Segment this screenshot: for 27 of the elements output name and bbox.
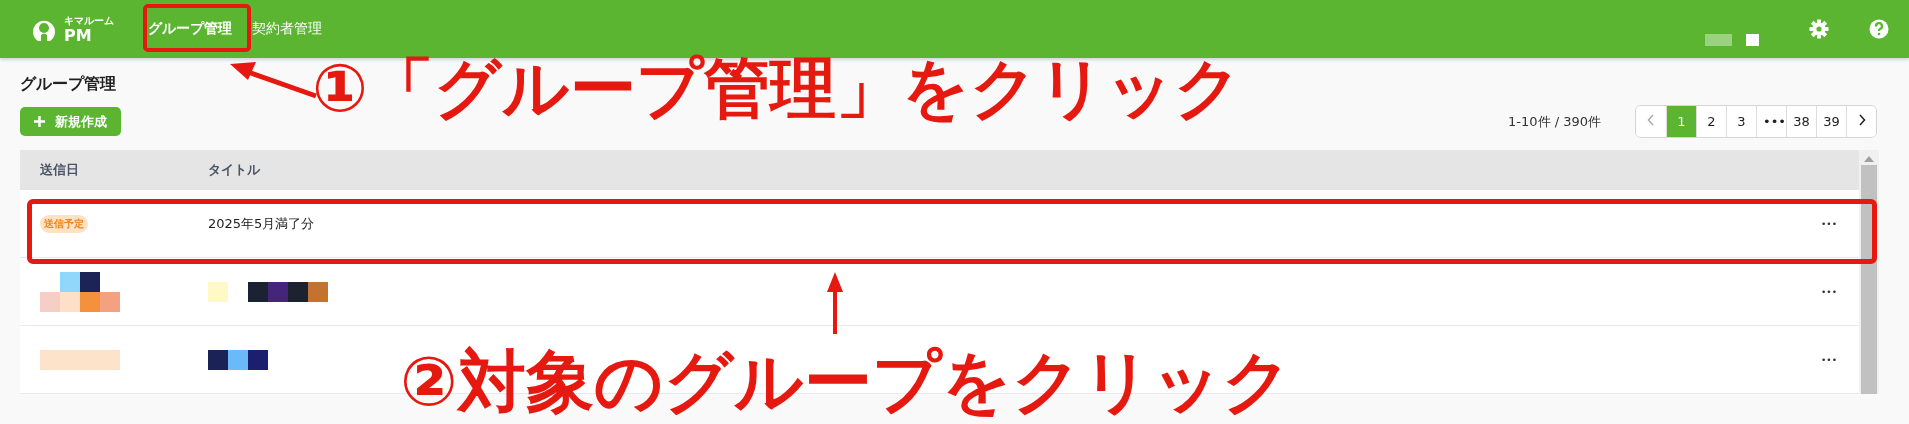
more-button[interactable]: ••• (1799, 285, 1859, 298)
redacted-block (1746, 34, 1759, 46)
scrollbar[interactable] (1859, 150, 1879, 394)
chevron-right-icon (1857, 114, 1866, 126)
redacted-mosaic (208, 349, 268, 370)
column-header: 送信日 (39, 161, 80, 179)
column-header: タイトル (208, 161, 260, 179)
help-icon[interactable] (1869, 19, 1889, 39)
more-button[interactable]: ••• (1799, 217, 1859, 230)
settings-icon[interactable] (1809, 19, 1829, 39)
result-count: 1-10件 / 390件 (1508, 112, 1601, 131)
status-badge: 送信予定 (40, 214, 88, 233)
logo-caption: キマルーム (64, 14, 114, 28)
arrow-icon (228, 60, 318, 100)
arrow-icon (826, 272, 844, 334)
annotation-text: ①「グループ管理」をクリック (312, 56, 1242, 122)
chevron-left-icon (1647, 114, 1655, 126)
page-button[interactable]: ••• (1756, 106, 1786, 137)
table-cell: 2025年5月満了分 (208, 215, 315, 231)
plus-icon (34, 116, 45, 127)
scroll-up-icon[interactable] (1864, 156, 1874, 162)
redacted-block (1705, 34, 1732, 46)
annotation-text: ②対象のグループをクリック (400, 348, 1292, 416)
logo-name: PM (64, 28, 93, 44)
more-button[interactable]: ••• (1799, 353, 1859, 366)
page-title: グループ管理 (20, 74, 116, 95)
next-page-button[interactable] (1846, 106, 1876, 137)
